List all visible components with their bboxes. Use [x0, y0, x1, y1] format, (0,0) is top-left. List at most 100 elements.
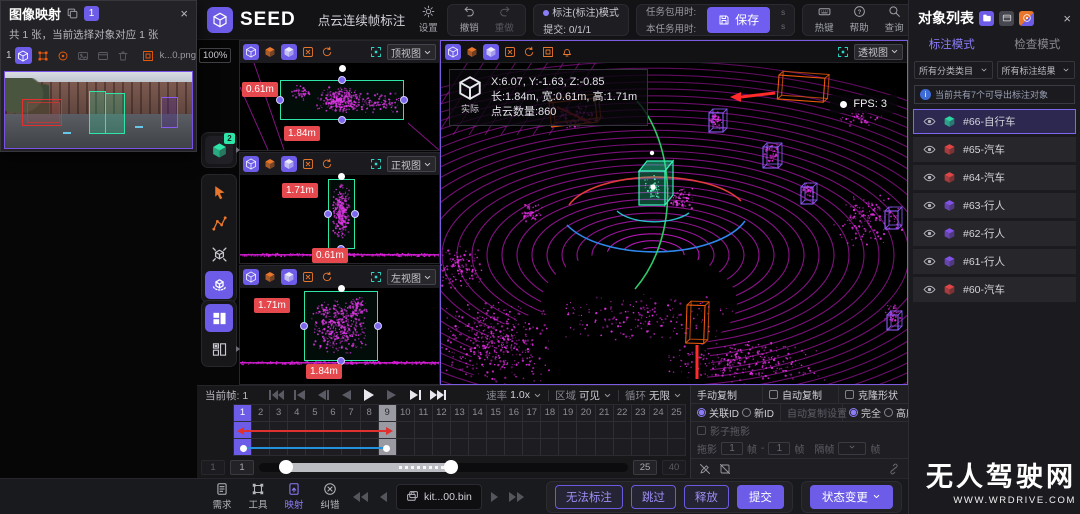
clone-shape-checkbox[interactable]: 克隆形状 [839, 386, 908, 403]
main-3d-view[interactable]: 透视图 实际 X:6.07, Y:-1.63, Z:-0.85 长:1.84m,… [440, 40, 908, 385]
release-button[interactable]: 释放 [684, 485, 729, 509]
cube-tool-button[interactable] [15, 47, 32, 64]
scale-tool-button[interactable] [205, 240, 233, 268]
region-select[interactable]: 区域可见 [555, 388, 612, 403]
camera-image-thumbnail[interactable] [4, 71, 193, 149]
frame-cell[interactable]: 15 [487, 405, 505, 455]
layout-split-button[interactable] [205, 304, 233, 332]
object-list-item[interactable]: #62-行人 [913, 221, 1076, 246]
frame-cell[interactable]: 25 [668, 405, 685, 455]
solid-cube-button[interactable] [464, 44, 480, 60]
shaded-cube-button[interactable] [281, 156, 297, 172]
box-handle[interactable] [400, 96, 408, 104]
focus-button[interactable] [835, 44, 851, 60]
object-list-item[interactable]: #66-自行车 [913, 109, 1076, 134]
folder-icon[interactable] [979, 11, 994, 26]
object-list-item[interactable]: #64-汽车 [913, 165, 1076, 190]
auto-copy-checkbox[interactable]: 自动复制 [763, 386, 839, 403]
object-list-item[interactable]: #63-行人 [913, 193, 1076, 218]
shaded-cube-button[interactable] [281, 44, 297, 60]
loop-select[interactable]: 循环无限 [625, 388, 682, 403]
rate-select[interactable]: 速率1.0x [486, 388, 542, 403]
eye-icon[interactable] [923, 199, 936, 212]
tools-button[interactable]: 工具 [244, 482, 272, 511]
focus-button[interactable] [368, 156, 384, 172]
eye-icon[interactable] [923, 255, 936, 268]
cube-wire-button[interactable] [445, 44, 461, 60]
delete-box-button[interactable] [502, 44, 518, 60]
view-canvas[interactable]: 0.61m 1.84m [240, 63, 439, 150]
range-end-box[interactable]: 25 [633, 460, 657, 475]
frame-cell[interactable]: 4 [288, 405, 306, 455]
frame-cell[interactable]: 12 [433, 405, 451, 455]
frame-cell[interactable]: 10 [397, 405, 415, 455]
view-select[interactable]: 正视图 [387, 156, 436, 172]
range-start-box[interactable]: 1 [230, 460, 254, 475]
play-button[interactable] [360, 388, 377, 402]
eye-icon[interactable] [923, 143, 936, 156]
cannot-annotate-button[interactable]: 无法标注 [555, 485, 623, 509]
frame-cell[interactable]: 24 [650, 405, 668, 455]
copy-icon[interactable] [66, 7, 79, 20]
frame-cell[interactable]: 21 [596, 405, 614, 455]
panel-icon[interactable] [999, 11, 1014, 26]
close-icon[interactable]: × [180, 6, 188, 21]
focus-button[interactable] [368, 44, 384, 60]
trail-end-input[interactable]: 1 [768, 442, 790, 455]
frame-cell[interactable]: 14 [469, 405, 487, 455]
box-handle[interactable] [351, 210, 359, 218]
prev-file-button[interactable] [378, 491, 388, 503]
error-report-button[interactable]: 纠错 [316, 482, 344, 511]
selected-3d-box[interactable] [639, 151, 673, 205]
range-slider[interactable] [259, 463, 628, 472]
eye-icon[interactable] [923, 227, 936, 240]
last-frame-button[interactable] [429, 388, 446, 402]
link-id-radio[interactable] [697, 408, 706, 417]
result-filter-select[interactable]: 所有标注结果 [997, 61, 1076, 79]
tab-annotate-mode[interactable]: 标注模式 [909, 36, 995, 56]
shaded-cube-button[interactable] [281, 269, 297, 285]
selected-box-outline[interactable] [304, 291, 378, 361]
reset-rotation-button[interactable] [521, 44, 537, 60]
current-file-chip[interactable]: kit...00.bin [396, 484, 482, 510]
eye-icon[interactable] [923, 115, 936, 128]
wireframe-annotation-box[interactable] [885, 207, 902, 229]
object-list-item[interactable]: #61-行人 [913, 249, 1076, 274]
frame-cell[interactable]: 1 [234, 405, 252, 455]
box-handle[interactable] [374, 322, 382, 330]
layout-grid-button[interactable] [205, 335, 233, 363]
frame-cell[interactable]: 5 [306, 405, 324, 455]
solid-cube-button[interactable] [262, 44, 278, 60]
requirement-button[interactable]: 需求 [208, 482, 236, 511]
palette-icon[interactable] [1019, 11, 1034, 26]
box-handle[interactable] [324, 210, 332, 218]
solid-cube-button[interactable] [262, 156, 278, 172]
object-list-item[interactable]: #65-汽车 [913, 137, 1076, 162]
frame-cell[interactable]: 7 [342, 405, 360, 455]
object-list-item[interactable]: #60-汽车 [913, 277, 1076, 302]
range-min-box[interactable]: 1 [201, 460, 225, 475]
first-frame-button[interactable] [268, 388, 285, 402]
play-back-button[interactable] [337, 388, 354, 402]
delete-box-button[interactable] [300, 156, 316, 172]
window-button[interactable] [95, 47, 112, 64]
box-handle[interactable] [276, 96, 284, 104]
circle-tool-button[interactable] [55, 47, 72, 64]
help-button[interactable]: 帮助 [847, 5, 871, 34]
frame-cell[interactable]: 23 [632, 405, 650, 455]
cyclist-annotation-box[interactable] [105, 93, 125, 134]
prev-keyframe-button[interactable] [291, 388, 308, 402]
full-radio[interactable] [849, 408, 858, 417]
shaded-cube-button[interactable] [483, 44, 499, 60]
total-frames-box[interactable]: 40 [662, 460, 686, 475]
step-forward-button[interactable] [383, 388, 400, 402]
view-select[interactable]: 顶视图 [387, 44, 436, 60]
solid-cube-button[interactable] [262, 269, 278, 285]
view-select[interactable]: 透视图 [854, 44, 903, 60]
hotkey-button[interactable]: 热键 [812, 5, 836, 34]
frame-cell[interactable]: 19 [559, 405, 577, 455]
new-id-radio[interactable] [742, 408, 751, 417]
selected-box-outline[interactable] [280, 80, 404, 120]
wireframe-annotation-box[interactable] [777, 71, 829, 102]
box-slash-icon[interactable] [719, 463, 731, 475]
